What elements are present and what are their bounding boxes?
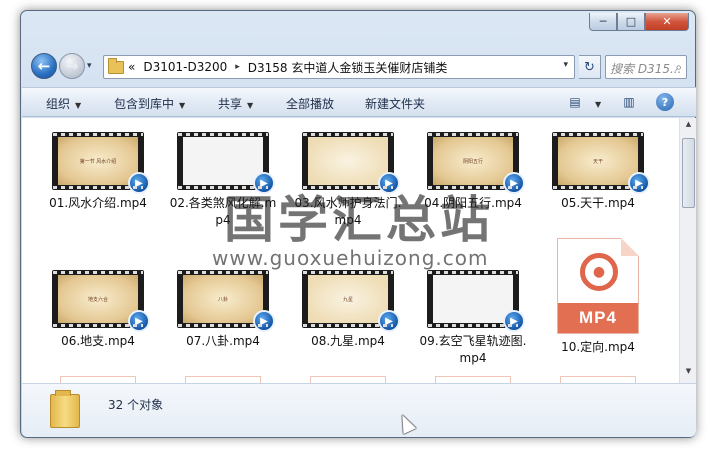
- include-in-library-menu[interactable]: 包含到库中 ▼: [114, 95, 185, 112]
- partial-file-item[interactable]: [185, 376, 261, 383]
- breadcrumb-item-current[interactable]: D3158 玄中道人金锁玉关催财店铺类: [248, 59, 448, 76]
- partial-file-item[interactable]: [60, 376, 136, 383]
- video-thumbnail: 第一节 风水介绍 ▶: [52, 132, 150, 194]
- breadcrumb-item-parent[interactable]: D3101-D3200: [143, 60, 227, 74]
- forward-arrow-icon: →: [65, 57, 79, 75]
- mp4-file-icon: ● MP4: [557, 238, 639, 334]
- folder-icon: [108, 57, 124, 74]
- back-arrow-icon: ←: [37, 57, 51, 75]
- include-in-library-label: 包含到库中: [114, 97, 175, 111]
- new-folder-button[interactable]: 新建文件夹: [365, 95, 425, 112]
- video-player-icon: ▶: [503, 310, 525, 332]
- file-name: 01.风水介绍.mp4: [49, 196, 147, 210]
- partial-file-item[interactable]: [560, 376, 636, 383]
- file-item[interactable]: 地支六合 ▶ 06.地支.mp4: [43, 270, 153, 350]
- play-all-button[interactable]: 全部播放: [286, 95, 334, 112]
- slide-title: 天干: [558, 137, 638, 185]
- help-icon[interactable]: ?: [656, 93, 674, 111]
- video-player-icon: ▶: [503, 172, 525, 194]
- close-button[interactable]: ✕: [645, 13, 689, 31]
- breadcrumb-separator-icon[interactable]: ▸: [235, 62, 240, 72]
- slide-title: [308, 137, 388, 185]
- view-options-icon[interactable]: ▤: [566, 93, 584, 111]
- organize-label: 组织: [46, 97, 71, 111]
- file-name: 07.八卦.mp4: [186, 334, 260, 348]
- slide-title: [433, 275, 513, 323]
- navigation-bar: ← → ▾ « D3101-D3200 ▸ D3158 玄中道人金锁玉关催财店铺…: [29, 53, 689, 83]
- address-dropdown-icon[interactable]: ▾: [563, 60, 568, 70]
- media-player-logo-icon: ●: [580, 253, 618, 291]
- item-count: 32 个对象: [108, 398, 164, 412]
- file-name: 05.天干.mp4: [561, 196, 635, 210]
- preview-pane-icon[interactable]: ▥: [620, 93, 638, 111]
- maximize-button[interactable]: □: [617, 13, 645, 31]
- video-player-icon: ▶: [128, 172, 150, 194]
- slide-title: 地支六合: [58, 275, 138, 323]
- file-name: 08.九星.mp4: [311, 334, 385, 348]
- video-thumbnail: 地支六合 ▶: [52, 270, 150, 332]
- address-bar[interactable]: « D3101-D3200 ▸ D3158 玄中道人金锁玉关催财店铺类 ▾: [103, 55, 575, 79]
- recent-pages-dropdown[interactable]: ▾: [87, 61, 92, 71]
- file-item[interactable]: 天干 ▶ 05.天干.mp4: [543, 132, 653, 212]
- command-toolbar: 组织 ▼ 包含到库中 ▼ 共享 ▼ 全部播放 新建文件夹 ▤ ▼ ▥ ?: [22, 87, 696, 117]
- file-name: 10.定向.mp4: [561, 340, 635, 354]
- video-thumbnail: 九星 ▶: [302, 270, 400, 332]
- folder-icon: [50, 390, 80, 428]
- video-player-icon: ▶: [628, 172, 650, 194]
- file-item[interactable]: 九星 ▶ 08.九星.mp4: [293, 270, 403, 350]
- video-thumbnail: 天干 ▶: [552, 132, 650, 194]
- scroll-thumb[interactable]: [682, 138, 695, 208]
- chevron-down-icon: ▼: [247, 101, 254, 110]
- refresh-button[interactable]: ↻: [579, 55, 601, 79]
- back-button[interactable]: ←: [31, 53, 57, 79]
- partial-file-item[interactable]: [310, 376, 386, 383]
- search-input[interactable]: 搜索 D315... ⌕: [605, 55, 687, 79]
- forward-button[interactable]: →: [59, 53, 85, 79]
- breadcrumb-overflow[interactable]: «: [128, 60, 135, 74]
- file-name: 06.地支.mp4: [61, 334, 135, 348]
- file-item[interactable]: ▶ 09.玄空飞星轨迹图.mp4: [418, 270, 528, 367]
- chevron-down-icon: ▼: [75, 101, 82, 110]
- slide-title: 阴阳五行: [433, 137, 513, 185]
- search-icon: ⌕: [675, 60, 682, 74]
- organize-menu[interactable]: 组织 ▼: [46, 95, 81, 112]
- share-menu[interactable]: 共享 ▼: [218, 95, 253, 112]
- search-placeholder: 搜索 D315...: [610, 62, 682, 76]
- page-fold: [621, 238, 639, 256]
- video-player-icon: ▶: [253, 310, 275, 332]
- partial-file-item[interactable]: [435, 376, 511, 383]
- details-pane: 32 个对象: [22, 383, 696, 437]
- video-player-icon: ▶: [378, 310, 400, 332]
- watermark-title: 国学汇总站: [224, 191, 494, 249]
- file-type-label: MP4: [558, 303, 638, 333]
- video-thumbnail: ▶: [427, 270, 525, 332]
- minimize-button[interactable]: ─: [589, 13, 617, 31]
- file-item[interactable]: 第一节 风水介绍 ▶ 01.风水介绍.mp4: [43, 132, 153, 212]
- file-item[interactable]: ● MP4 10.定向.mp4: [543, 238, 653, 356]
- vertical-scrollbar[interactable]: ▲ ▼: [679, 118, 696, 383]
- chevron-down-icon: ▼: [595, 100, 602, 109]
- scroll-up-icon[interactable]: ▲: [682, 120, 695, 134]
- slide-title: 第一节 风水介绍: [58, 137, 138, 185]
- slide-title: 九星: [308, 275, 388, 323]
- share-label: 共享: [218, 97, 243, 111]
- scroll-down-icon[interactable]: ▼: [682, 367, 695, 381]
- video-thumbnail: 八卦 ▶: [177, 270, 275, 332]
- file-item[interactable]: 八卦 ▶ 07.八卦.mp4: [168, 270, 278, 350]
- watermark-url: www.guoxuehuizong.com: [212, 246, 489, 270]
- view-options-dropdown[interactable]: ▼: [590, 96, 601, 110]
- window-controls: ─ □ ✕: [589, 13, 689, 31]
- refresh-icon: ↻: [584, 59, 595, 75]
- video-player-icon: ▶: [128, 310, 150, 332]
- slide-title: [183, 137, 263, 185]
- file-name: 09.玄空飞星轨迹图.mp4: [419, 334, 527, 365]
- slide-title: 八卦: [183, 275, 263, 323]
- chevron-down-icon: ▼: [179, 101, 186, 110]
